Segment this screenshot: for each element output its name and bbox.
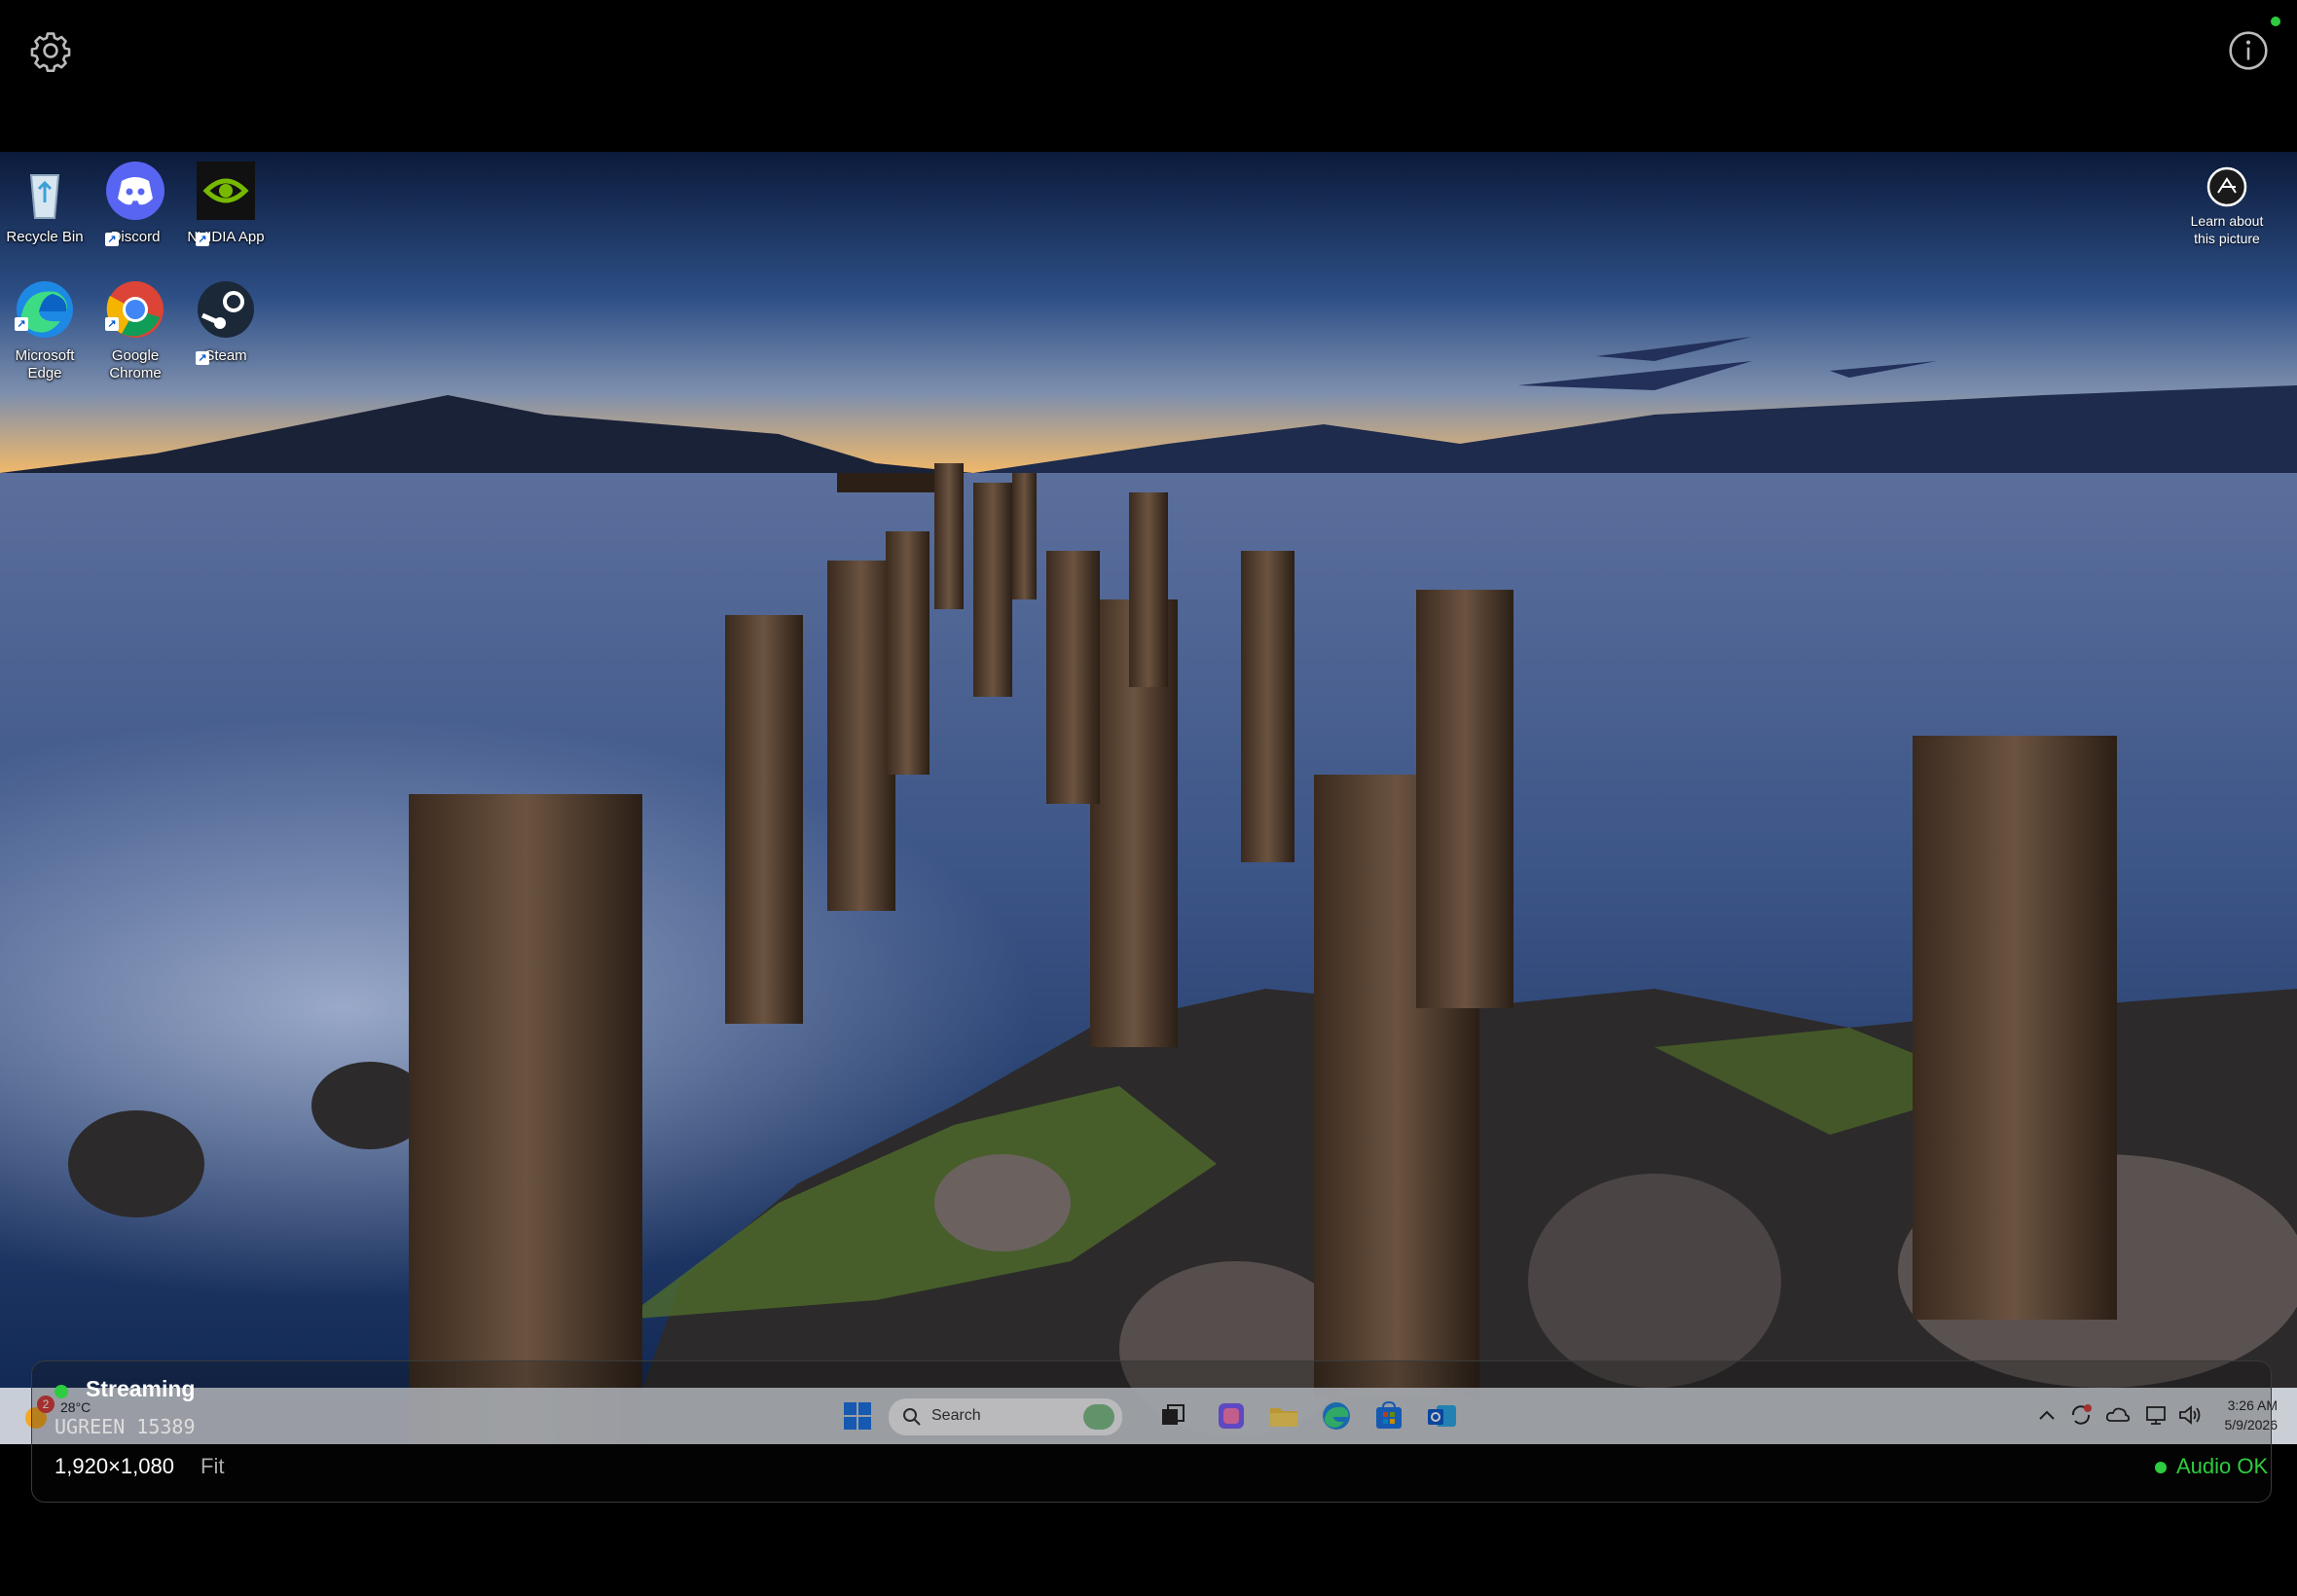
chrome-icon [106, 281, 164, 338]
connection-status-dot [2271, 17, 2280, 26]
info-icon[interactable] [2227, 29, 2270, 72]
desktop-icon-steam[interactable]: Steam ↗ [182, 278, 270, 365]
remote-desktop-view[interactable]: Recycle Bin Discord ↗ NVIDIA App ↗ Micro… [0, 152, 2297, 1444]
learn-about-label: Learn about this picture [2190, 213, 2264, 246]
wallpaper-image [0, 152, 2297, 1444]
gear-icon[interactable] [29, 29, 72, 72]
scale-mode[interactable]: Fit [201, 1454, 224, 1479]
shortcut-arrow-icon: ↗ [15, 317, 28, 331]
recycle-bin-icon [29, 174, 60, 219]
desktop-icon-microsoft-edge[interactable]: Microsoft Edge ↗ [1, 278, 89, 382]
host-name: UGREEN 15389 [55, 1415, 196, 1438]
stream-status-title: Streaming [86, 1376, 196, 1401]
shortcut-arrow-icon: ↗ [105, 233, 119, 246]
desktop-icon-discord[interactable]: Discord ↗ [91, 160, 179, 246]
stream-status-panel [31, 1360, 2272, 1503]
desktop-icon-label: Microsoft Edge [15, 347, 75, 381]
audio-status-dot [2155, 1462, 2167, 1473]
desktop-icon-google-chrome[interactable]: Google Chrome ↗ [91, 278, 179, 382]
desktop-icon-label: Recycle Bin [6, 229, 84, 245]
learn-about-picture[interactable]: Learn about this picture [2178, 165, 2276, 247]
shortcut-arrow-icon: ↗ [196, 233, 209, 246]
desktop-icon-recycle-bin[interactable]: Recycle Bin [1, 160, 89, 246]
nvidia-icon [197, 162, 255, 220]
shortcut-arrow-icon: ↗ [196, 351, 209, 365]
audio-status: Audio OK [2176, 1454, 2269, 1478]
discord-icon [106, 162, 164, 220]
stream-status-dot [55, 1385, 68, 1398]
stream-resolution: 1,920×1,080 [55, 1454, 174, 1478]
edge-icon [17, 281, 73, 338]
steam-icon [198, 281, 254, 338]
shortcut-arrow-icon: ↗ [105, 317, 119, 331]
desktop-icon-label: Google Chrome [109, 347, 162, 381]
desktop-icon-nvidia-app[interactable]: NVIDIA App ↗ [182, 160, 270, 246]
camera-aperture-icon [2206, 166, 2247, 207]
